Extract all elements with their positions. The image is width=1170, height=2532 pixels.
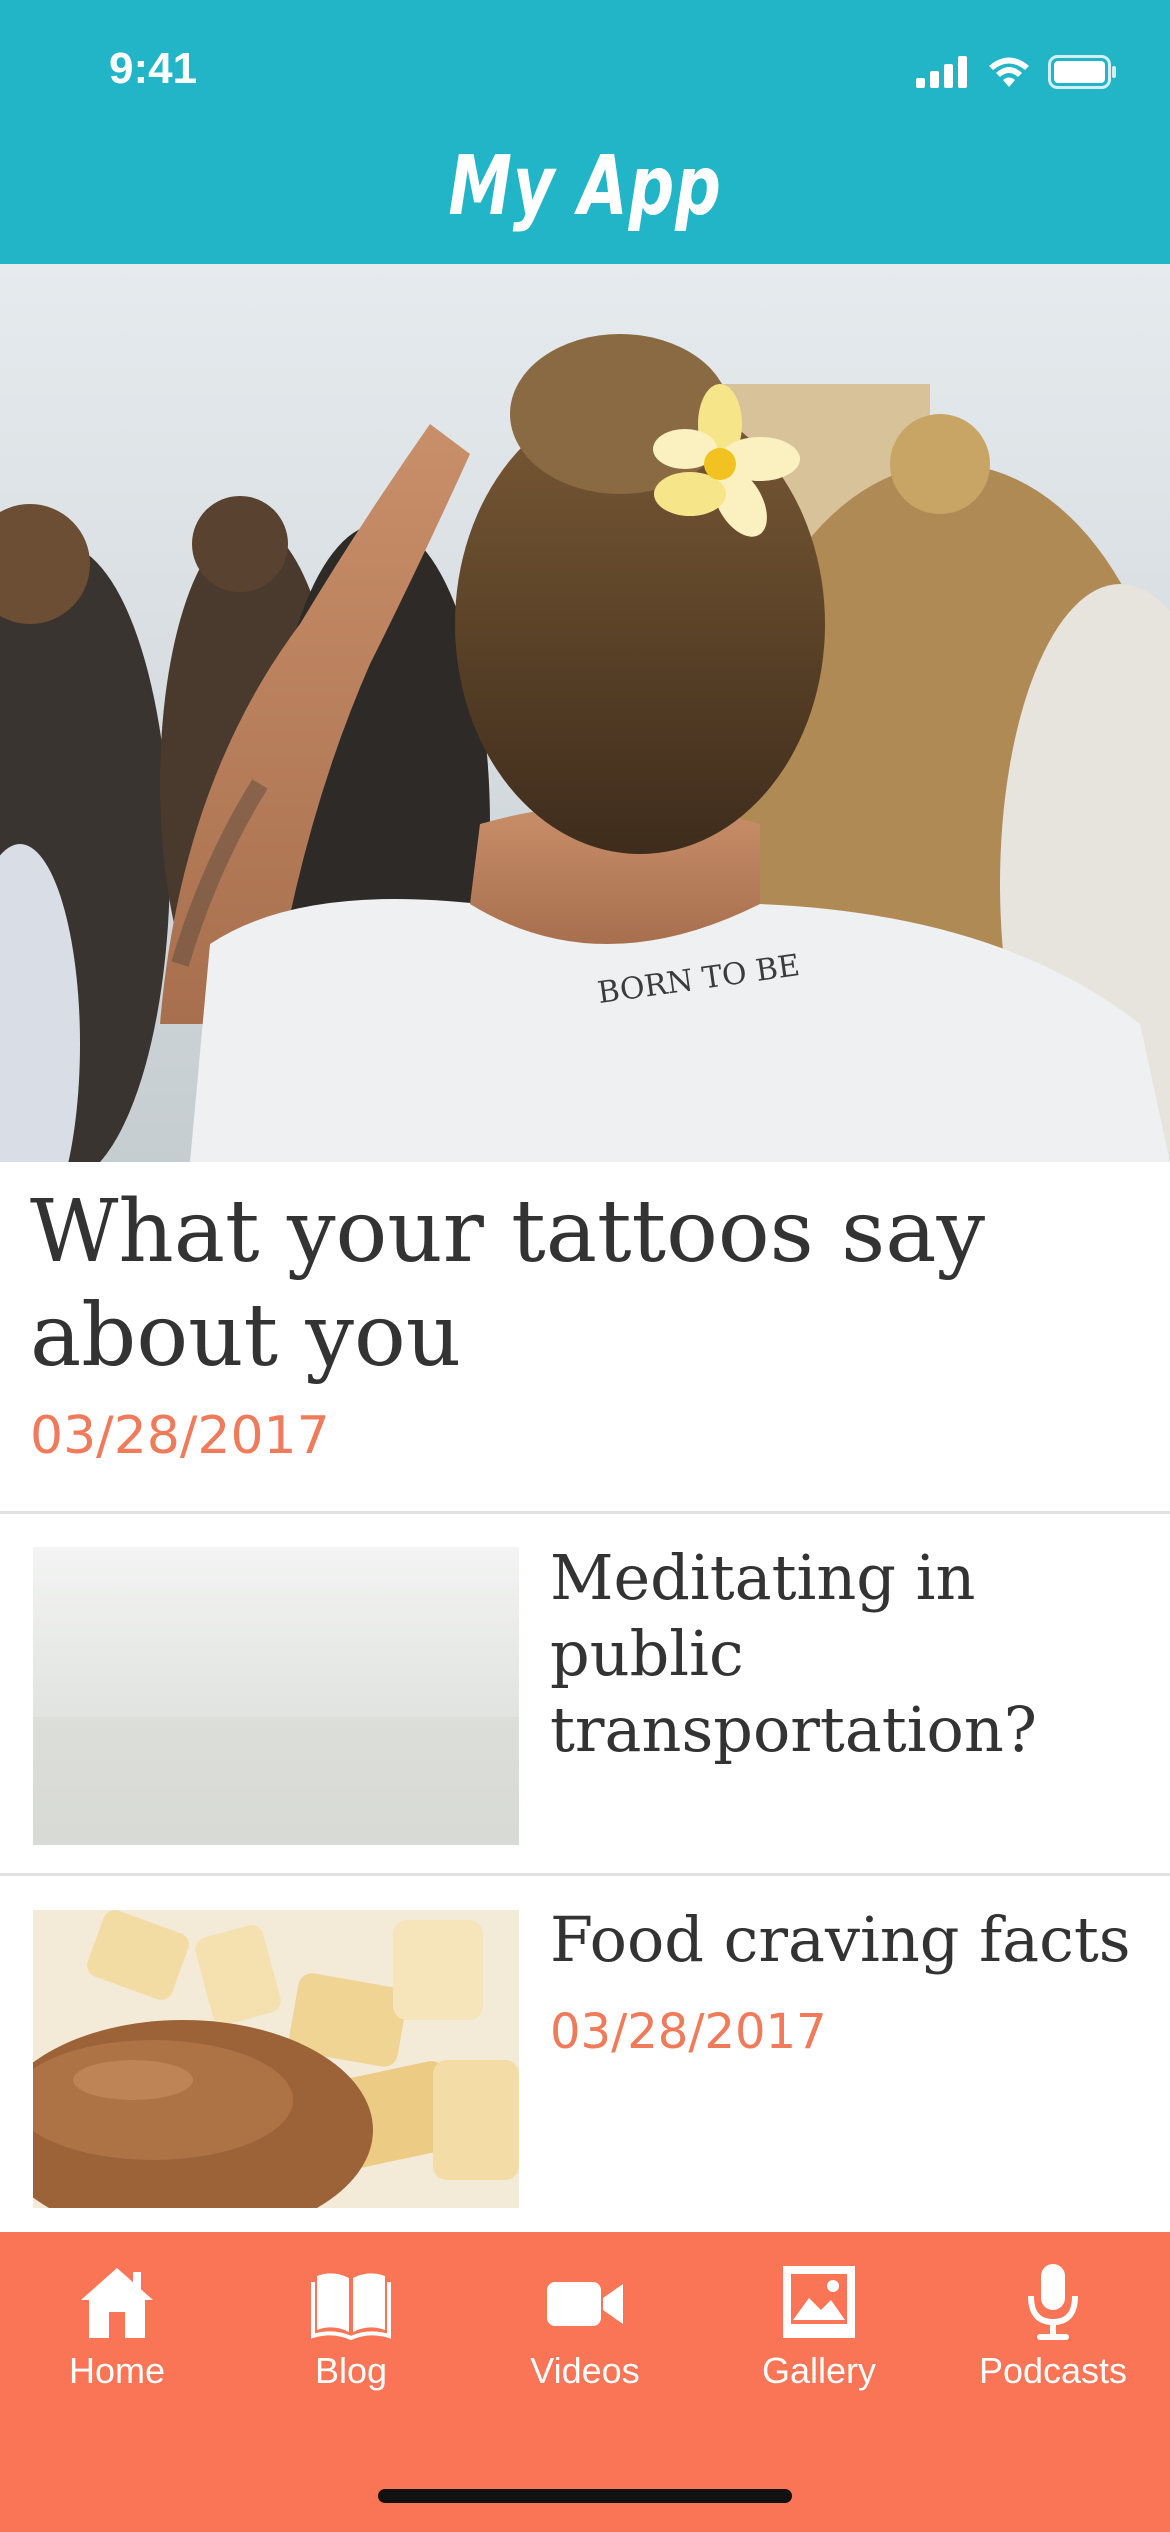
divider <box>0 1873 1170 1876</box>
featured-article-date: 03/28/2017 <box>30 1406 330 1466</box>
tab-gallery[interactable]: Gallery <box>702 2232 936 2452</box>
tab-videos[interactable]: Videos <box>468 2232 702 2452</box>
home-icon <box>81 2268 153 2338</box>
wifi-icon <box>989 57 1029 87</box>
status-time: 9:41 <box>109 44 198 93</box>
article-title[interactable]: Meditating in public transportation? <box>550 1540 1140 1768</box>
food-image <box>33 1910 519 2208</box>
hero-photo: BORN TO BE <box>0 264 1170 1162</box>
article-thumbnail[interactable] <box>33 1547 519 1845</box>
article-title[interactable]: Food craving facts <box>550 1902 1140 1978</box>
bottom-tab-bar: Home Blog Videos Gallery Podcasts <box>0 2232 1170 2532</box>
tab-label: Videos <box>530 2350 640 2391</box>
tab-label: Gallery <box>761 2350 877 2391</box>
cellular-signal-icon <box>916 56 967 88</box>
tab-home[interactable]: Home <box>0 2232 234 2452</box>
featured-article-image[interactable]: BORN TO BE <box>0 264 1170 1162</box>
video-camera-icon <box>547 2282 623 2326</box>
app-header: 9:41 My App <box>0 0 1170 264</box>
article-date: 03/28/2017 <box>550 2004 827 2060</box>
app-title: My App <box>448 139 722 234</box>
tab-podcasts[interactable]: Podcasts <box>936 2232 1170 2452</box>
tab-label: Podcasts <box>978 2350 1128 2391</box>
status-icons <box>916 52 1118 92</box>
article-thumbnail[interactable] <box>33 1910 519 2208</box>
featured-article-title[interactable]: What your tattoos say about you <box>30 1180 1140 1388</box>
tab-label: Blog <box>314 2350 388 2391</box>
image-icon <box>783 2266 855 2338</box>
battery-icon <box>1048 55 1116 89</box>
tab-label: Home <box>68 2350 166 2391</box>
book-icon <box>311 2273 391 2341</box>
home-indicator[interactable] <box>378 2489 792 2503</box>
tab-blog[interactable]: Blog <box>234 2232 468 2452</box>
foggy-landscape-image <box>33 1547 519 1845</box>
microphone-icon <box>1028 2264 1078 2340</box>
divider <box>0 1511 1170 1514</box>
